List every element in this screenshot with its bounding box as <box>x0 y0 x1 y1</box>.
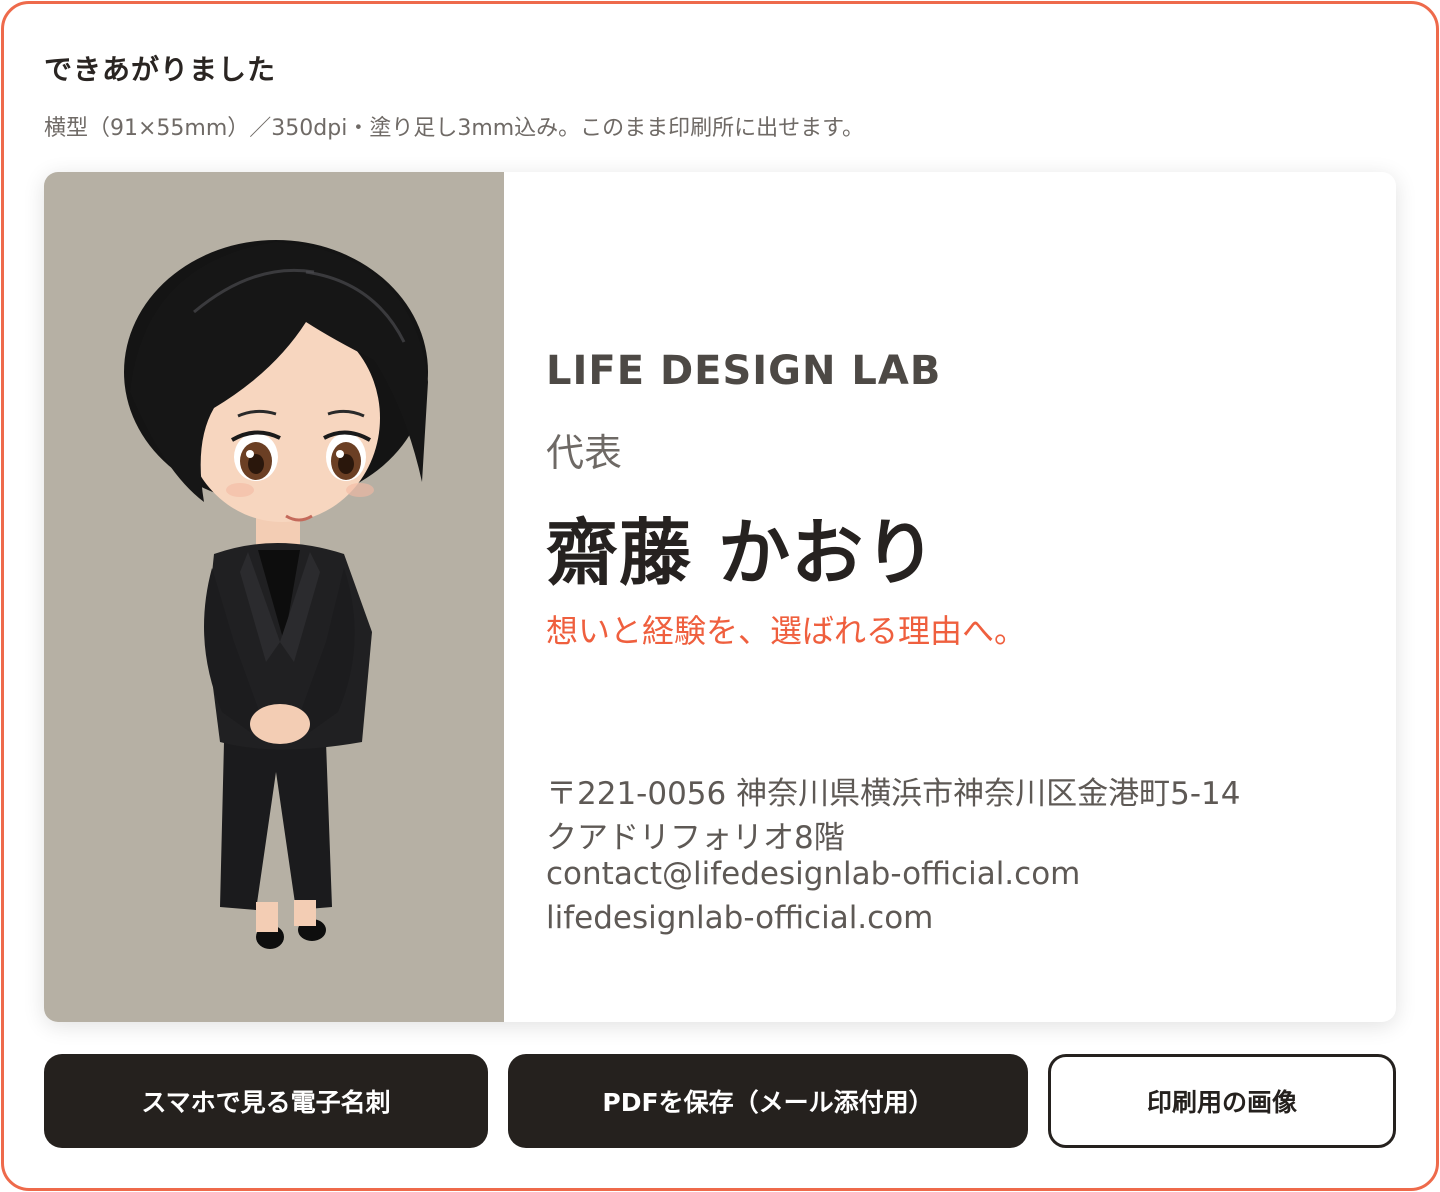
view-mobile-card-button[interactable]: スマホで見る電子名刺 <box>44 1054 488 1148</box>
address-line-2: クアドリフォリオ8階 <box>546 820 845 856</box>
company-name: LIFE DESIGN LAB <box>546 348 942 394</box>
person-name: 齋藤 かおり <box>546 511 938 595</box>
job-title: 代表 <box>546 431 623 475</box>
card-info: LIFE DESIGN LAB 代表 齋藤 かおり 想いと経験を、選ばれる理由へ… <box>546 172 1366 1022</box>
page-subtitle: 横型（91×55mm）／350dpi・塗り足し3mm込み。このまま印刷所に出せま… <box>44 116 864 141</box>
email: contact@lifedesignlab-official.com <box>546 856 1081 892</box>
business-card-preview: LIFE DESIGN LAB 代表 齋藤 かおり 想いと経験を、選ばれる理由へ… <box>44 172 1396 1022</box>
website: lifedesignlab-official.com <box>546 900 934 936</box>
address-line-1: 〒221-0056 神奈川県横浜市神奈川区金港町5-14 <box>546 776 1241 812</box>
print-image-button[interactable]: 印刷用の画像 <box>1048 1054 1396 1148</box>
page-title: できあがりました <box>44 53 277 86</box>
portrait-illustration <box>124 240 428 949</box>
tagline: 想いと経験を、選ばれる理由へ。 <box>546 612 1027 650</box>
save-pdf-button[interactable]: PDFを保存（メール添付用） <box>508 1054 1028 1148</box>
portrait-panel <box>44 172 504 1022</box>
